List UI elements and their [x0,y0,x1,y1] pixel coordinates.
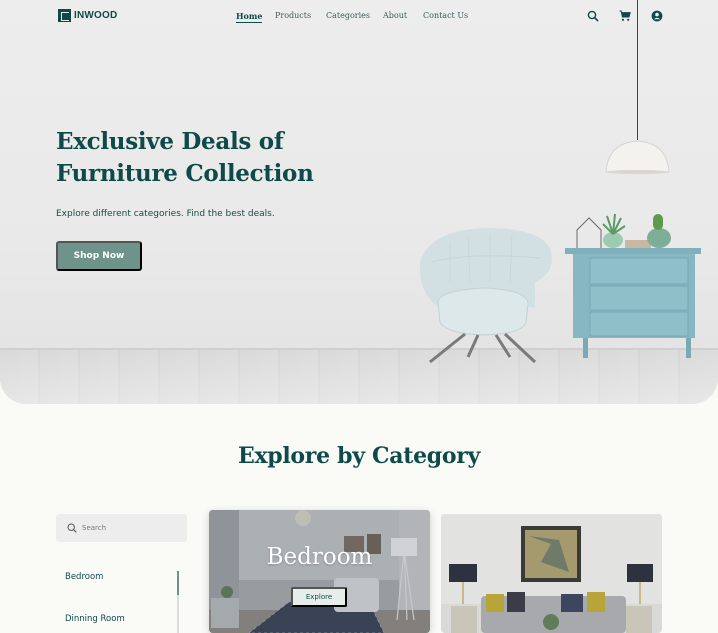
account-icon[interactable] [651,10,663,22]
card-title-bedroom: Bedroom [266,544,373,570]
explore-button[interactable]: Explore [291,587,347,607]
nav-link-categories[interactable]: Categories [326,11,370,20]
nav-link-contact[interactable]: Contact Us [423,11,468,20]
search-icon [67,523,77,533]
hero-title: Exclusive Deals of Furniture Collection [56,126,346,190]
hero-title-line-2: Furniture Collection [56,160,314,187]
category-list-scroll-thumb[interactable] [177,571,179,595]
brand-name: INWOOD [74,10,118,21]
pendant-lamp-image [605,140,670,174]
nav-link-home[interactable]: Home [236,11,263,23]
category-card-living-room[interactable] [441,514,662,633]
nav-link-products[interactable]: Products [275,11,311,20]
brand-logo[interactable]: INWOOD [58,9,117,22]
hero-title-line-1: Exclusive Deals of [56,128,284,155]
cabinet-with-plants-image [565,213,701,358]
search-icon[interactable] [587,10,599,22]
category-search-box[interactable] [56,514,187,542]
category-search-input[interactable] [82,514,182,542]
living-room-photo-image [441,514,662,633]
nav-link-about[interactable]: About [383,11,407,20]
category-item-bedroom[interactable]: Bedroom [65,572,103,582]
category-item-dinning-room[interactable]: Dinning Room [65,614,125,624]
top-navigation: INWOOD Home Products Categories About Co… [0,0,718,34]
shop-now-button[interactable]: Shop Now [56,241,142,271]
hero-subtitle: Explore different categories. Find the b… [56,209,275,219]
cart-icon[interactable] [619,10,631,22]
hero-banner: INWOOD Home Products Categories About Co… [0,0,718,404]
logo-mark-icon [58,9,71,22]
armchair-image [419,228,552,364]
category-card-bedroom[interactable]: Bedroom Explore [209,510,430,633]
section-title-explore-by-category: Explore by Category [237,443,481,469]
